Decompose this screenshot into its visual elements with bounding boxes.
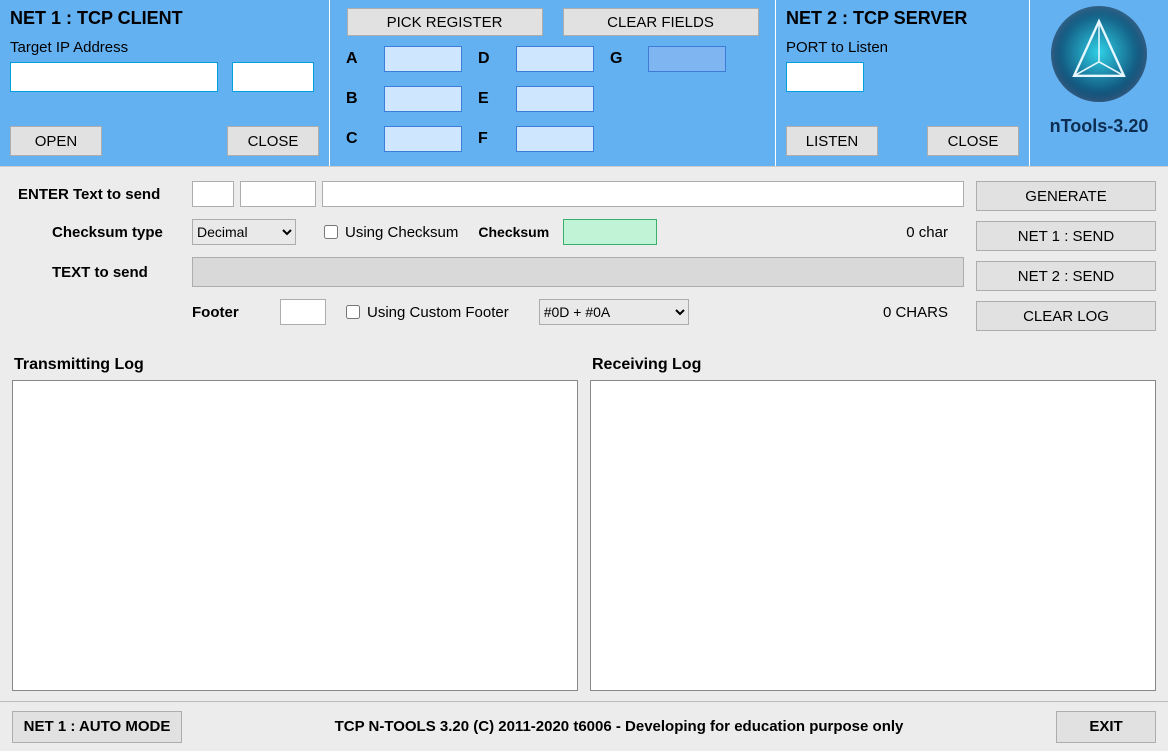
reg-g-label: G xyxy=(610,46,632,72)
brand-panel: nTools-3.20 xyxy=(1030,0,1168,166)
net1-open-button[interactable]: OPEN xyxy=(10,126,102,156)
checksum-label: Checksum xyxy=(478,224,549,240)
checksum-row: Checksum type Decimal Using Checksum Che… xyxy=(12,219,964,245)
enter-text-b-input[interactable] xyxy=(240,181,316,207)
enter-text-label: ENTER Text to send xyxy=(12,186,192,203)
enter-text-a-input[interactable] xyxy=(192,181,234,207)
brand-name: nTools-3.20 xyxy=(1050,116,1149,137)
reg-a-label: A xyxy=(346,46,368,72)
footer-bar: NET 1 : AUTO MODE TCP N-TOOLS 3.20 (C) 2… xyxy=(0,701,1168,751)
reg-c-label: C xyxy=(346,126,368,152)
clear-fields-button[interactable]: CLEAR FIELDS xyxy=(563,8,759,36)
clear-log-button[interactable]: CLEAR LOG xyxy=(976,301,1156,331)
using-checksum-check[interactable]: Using Checksum xyxy=(320,222,458,242)
reg-e-label: E xyxy=(478,86,500,112)
net1-target-label: Target IP Address xyxy=(10,39,319,56)
config-row: ENTER Text to send Checksum type Decimal… xyxy=(0,166,1168,348)
mode-wrap: NET 1 : AUTO MODE xyxy=(12,711,182,743)
using-footer-label: Using Custom Footer xyxy=(367,304,509,321)
net1-ip-row xyxy=(10,62,319,92)
rx-log-box[interactable] xyxy=(590,380,1156,691)
using-checksum-checkbox[interactable] xyxy=(324,225,338,239)
reg-f-label: F xyxy=(478,126,500,152)
exit-button[interactable]: EXIT xyxy=(1056,711,1156,743)
generate-button[interactable]: GENERATE xyxy=(976,181,1156,211)
footer-row: Footer Using Custom Footer #0D + #0A 0 C… xyxy=(12,299,964,325)
enter-text-row: ENTER Text to send xyxy=(12,181,964,207)
net2-close-button[interactable]: CLOSE xyxy=(927,126,1019,156)
logs-row: Transmitting Log Receiving Log xyxy=(0,348,1168,701)
net2-title: NET 2 : TCP SERVER xyxy=(786,8,1019,29)
reg-b-label: B xyxy=(346,86,368,112)
reg-g-input[interactable] xyxy=(648,46,726,72)
using-footer-check[interactable]: Using Custom Footer xyxy=(342,302,509,322)
net1-port-input[interactable] xyxy=(232,62,314,92)
top-strip: NET 1 : TCP CLIENT Target IP Address OPE… xyxy=(0,0,1168,166)
rx-log-title: Receiving Log xyxy=(592,356,1156,374)
exit-wrap: EXIT xyxy=(1056,711,1156,743)
using-checksum-label: Using Checksum xyxy=(345,224,458,241)
config-left: ENTER Text to send Checksum type Decimal… xyxy=(0,177,976,348)
net1-panel: NET 1 : TCP CLIENT Target IP Address OPE… xyxy=(0,0,330,166)
tx-log-box[interactable] xyxy=(12,380,578,691)
register-button-row: PICK REGISTER CLEAR FIELDS xyxy=(340,8,765,36)
reg-c-input[interactable] xyxy=(384,126,462,152)
using-footer-checkbox[interactable] xyxy=(346,305,360,319)
text-to-send-row: TEXT to send xyxy=(12,257,964,287)
tx-log-col: Transmitting Log xyxy=(12,354,578,691)
footer-label: Footer xyxy=(12,304,270,321)
net1-ip-input[interactable] xyxy=(10,62,218,92)
net2-port-label: PORT to Listen xyxy=(786,39,1019,56)
reg-d-input[interactable] xyxy=(516,46,594,72)
reg-e-input[interactable] xyxy=(516,86,594,112)
auto-mode-button[interactable]: NET 1 : AUTO MODE xyxy=(12,711,182,743)
footer-text: TCP N-TOOLS 3.20 (C) 2011-2020 t6006 - D… xyxy=(198,718,1040,735)
net1-send-button[interactable]: NET 1 : SEND xyxy=(976,221,1156,251)
text-to-send-display xyxy=(192,257,964,287)
reg-f-input[interactable] xyxy=(516,126,594,152)
footer-value-input[interactable] xyxy=(280,299,326,325)
register-grid: A D G B E C F xyxy=(346,46,726,152)
checksum-value-input[interactable] xyxy=(563,219,657,245)
text-to-send-label: TEXT to send xyxy=(12,264,192,281)
action-buttons: GENERATE NET 1 : SEND NET 2 : SEND CLEAR… xyxy=(976,177,1168,348)
rx-log-col: Receiving Log xyxy=(590,354,1156,691)
tx-log-title: Transmitting Log xyxy=(14,356,578,374)
reg-d-label: D xyxy=(478,46,500,72)
logo-a-icon xyxy=(1060,15,1138,93)
chars-count: 0 CHARS xyxy=(883,304,964,321)
footer-select[interactable]: #0D + #0A xyxy=(539,299,689,325)
net2-button-row: LISTEN CLOSE xyxy=(786,126,1019,156)
enter-text-long-input[interactable] xyxy=(322,181,964,207)
net2-panel: NET 2 : TCP SERVER PORT to Listen LISTEN… xyxy=(776,0,1030,166)
brand-logo-icon xyxy=(1051,6,1147,102)
register-panel: PICK REGISTER CLEAR FIELDS A D G B E C F xyxy=(330,0,776,166)
pick-register-button[interactable]: PICK REGISTER xyxy=(347,8,543,36)
checksum-type-label: Checksum type xyxy=(12,224,192,241)
net2-send-button[interactable]: NET 2 : SEND xyxy=(976,261,1156,291)
net1-title: NET 1 : TCP CLIENT xyxy=(10,8,319,29)
net1-close-button[interactable]: CLOSE xyxy=(227,126,319,156)
checksum-type-select[interactable]: Decimal xyxy=(192,219,296,245)
reg-a-input[interactable] xyxy=(384,46,462,72)
char-count: 0 char xyxy=(906,224,964,241)
net2-port-input[interactable] xyxy=(786,62,864,92)
net1-button-row: OPEN CLOSE xyxy=(10,126,319,156)
net2-listen-button[interactable]: LISTEN xyxy=(786,126,878,156)
reg-b-input[interactable] xyxy=(384,86,462,112)
